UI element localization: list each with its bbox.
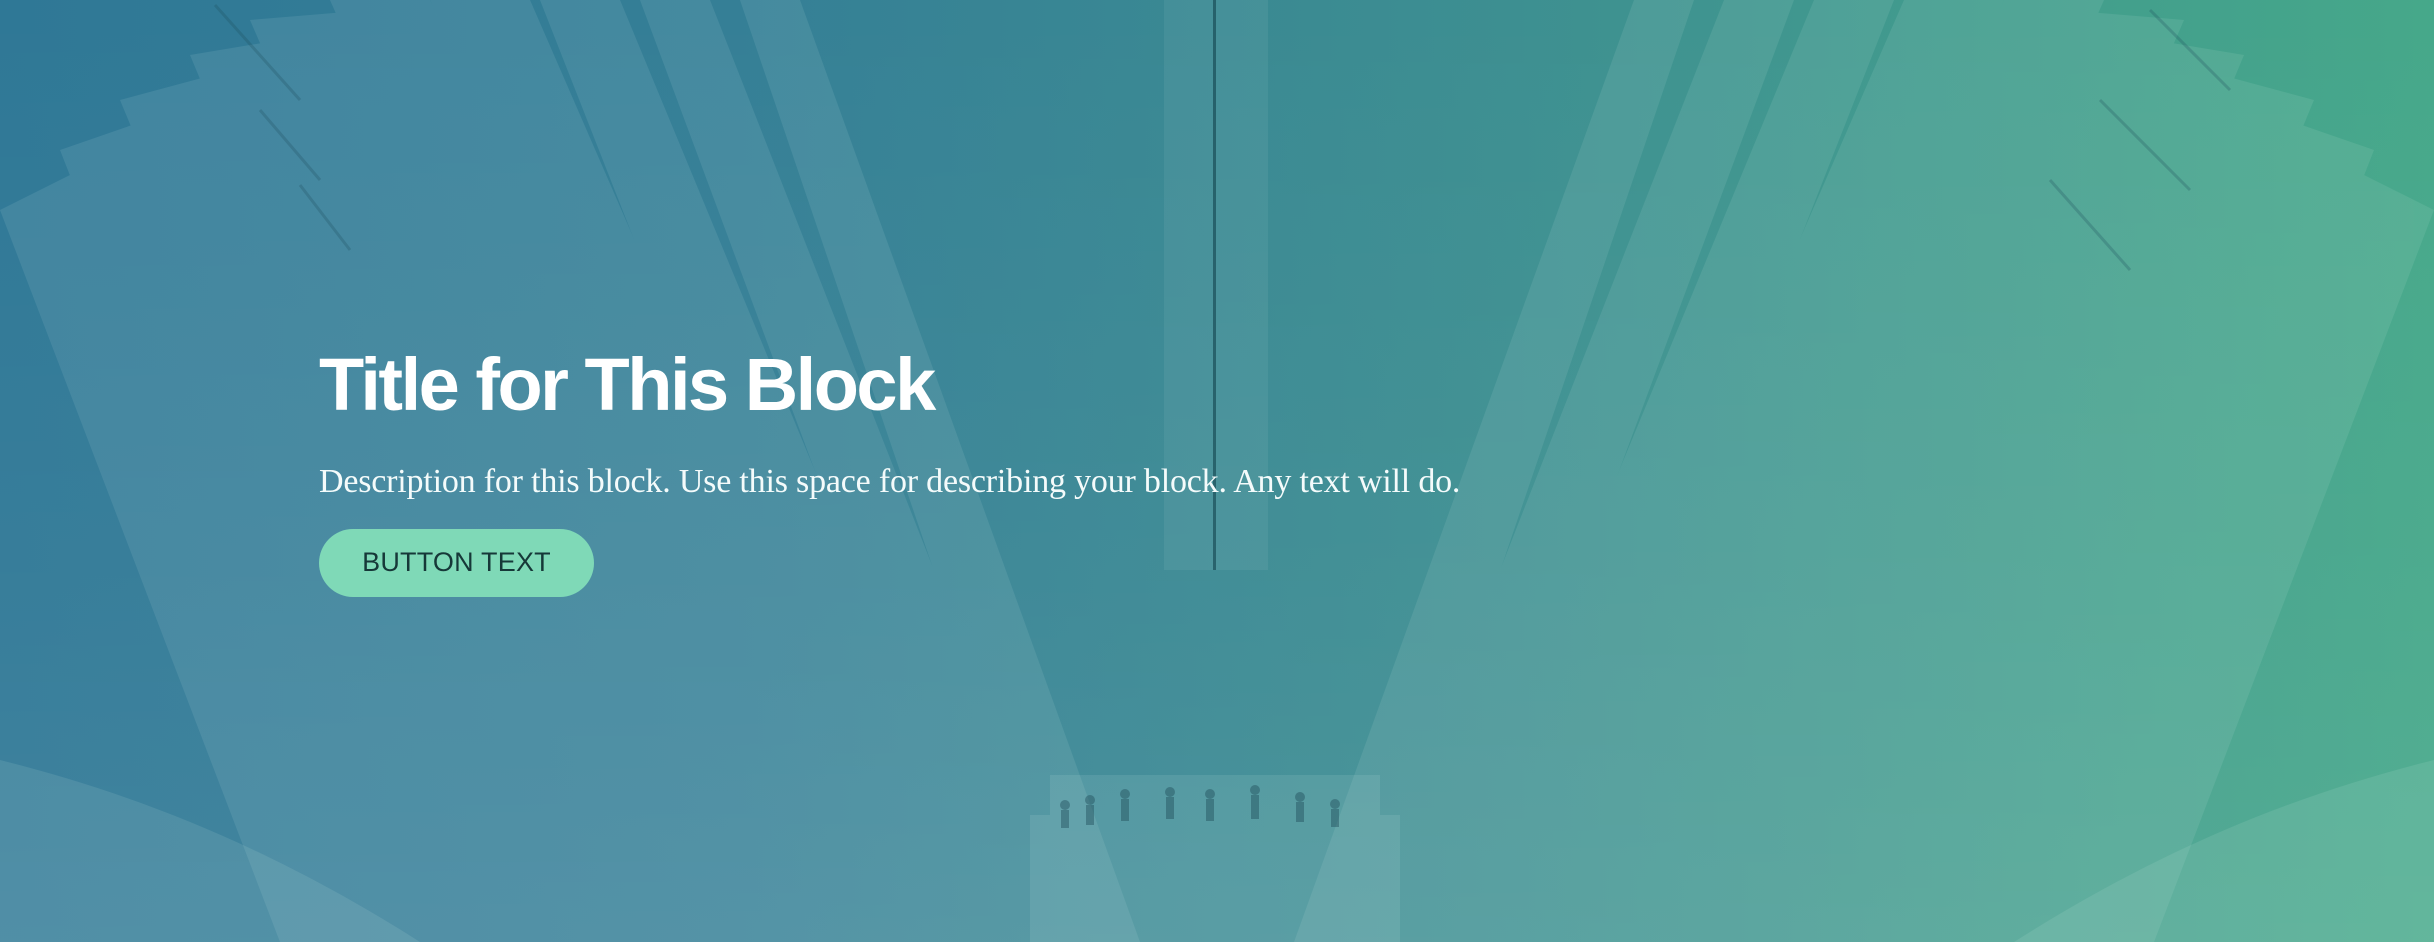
hero-button[interactable]: BUTTON TEXT <box>319 528 594 597</box>
hero-banner: Title for This Block Description for thi… <box>0 0 2434 942</box>
hero-title: Title for This Block <box>319 343 936 426</box>
hero-content: Title for This Block Description for thi… <box>319 348 1819 597</box>
hero-description: Description for this block. Use this spa… <box>319 463 1461 500</box>
